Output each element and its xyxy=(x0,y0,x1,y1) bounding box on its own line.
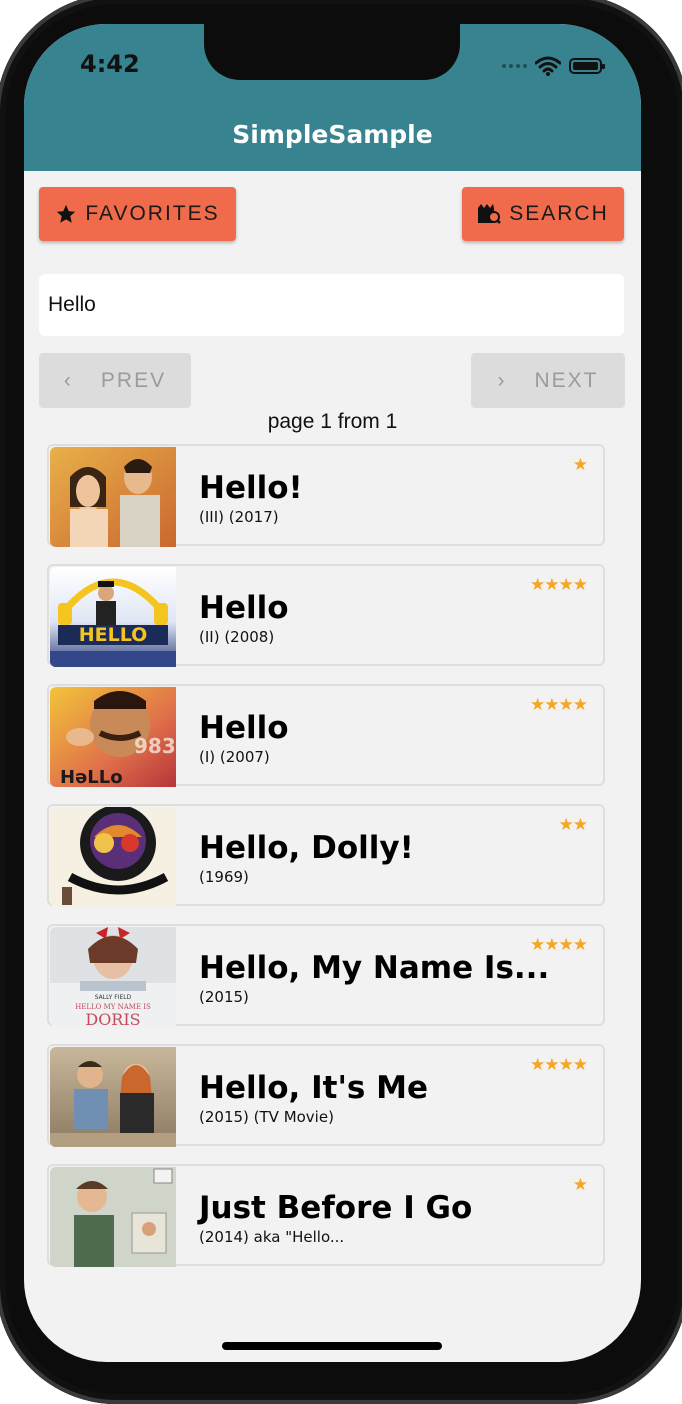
next-label: NEXT xyxy=(534,368,599,392)
chevron-right-icon: › xyxy=(497,368,507,392)
battery-icon xyxy=(569,58,605,74)
signal-icon xyxy=(502,64,527,68)
svg-text:983: 983 xyxy=(134,734,176,758)
movie-title: Just Before I Go xyxy=(199,1190,473,1226)
svg-text:SALLY FIELD: SALLY FIELD xyxy=(95,994,132,1001)
svg-text:HELLO: HELLO xyxy=(79,624,148,646)
movie-poster xyxy=(50,807,176,907)
movie-poster: 983 HəLLo xyxy=(50,687,176,787)
rating-stars-icon: ★★ xyxy=(558,815,589,834)
movie-description: (2015) xyxy=(199,988,249,1006)
prev-button[interactable]: ‹ PREV xyxy=(39,353,191,408)
movie-card[interactable]: Hello, Dolly! (1969) ★★ xyxy=(47,804,605,907)
movie-poster xyxy=(50,1047,176,1147)
movie-description: (II) (2008) xyxy=(199,628,275,646)
movie-card[interactable]: Hello, It's Me (2015) (TV Movie) ★★★★ xyxy=(47,1044,605,1147)
movie-poster: HELLO xyxy=(50,567,176,667)
movie-description: (I) (2007) xyxy=(199,748,270,766)
favorites-button[interactable]: FAVORITES xyxy=(39,187,236,241)
movie-card[interactable]: 983 HəLLo Hello (I) (2007) ★★★★ xyxy=(47,684,605,787)
search-input[interactable] xyxy=(39,274,624,336)
movie-poster xyxy=(50,1167,176,1267)
favorites-label: FAVORITES xyxy=(85,202,220,225)
svg-text:HəLLo: HəLLo xyxy=(60,767,123,787)
star-icon xyxy=(57,204,76,223)
movie-list: Hello! (III) (2017) ★ HELLO Hello (II) (… xyxy=(47,444,605,1284)
page-info: page 1 from 1 xyxy=(267,410,398,433)
search-label: SEARCH xyxy=(509,202,609,225)
movie-description: (2015) (TV Movie) xyxy=(199,1108,334,1126)
movie-card[interactable]: HELLO Hello (II) (2008) ★★★★ xyxy=(47,564,605,667)
movie-title: Hello, It's Me xyxy=(199,1070,429,1106)
prev-label: PREV xyxy=(100,368,167,392)
status-time: 4:42 xyxy=(80,50,140,78)
next-button[interactable]: › NEXT xyxy=(471,353,625,408)
app-screen: 4:42 SimpleSample FAVORITES SEARCH Hello… xyxy=(24,24,641,1362)
rating-stars-icon: ★★★★ xyxy=(530,575,588,594)
status-icons xyxy=(502,54,605,78)
movie-title: Hello xyxy=(199,590,289,626)
chevron-left-icon: ‹ xyxy=(63,368,73,392)
movie-title: Hello! xyxy=(199,470,303,506)
movie-description: (2014) aka "Hello... xyxy=(199,1228,345,1246)
movie-description: (1969) xyxy=(199,868,249,886)
film-search-icon xyxy=(478,204,502,224)
rating-stars-icon: ★ xyxy=(572,1175,588,1194)
search-button[interactable]: SEARCH xyxy=(462,187,624,241)
app-title: SimpleSample xyxy=(232,120,433,149)
rating-stars-icon: ★★★★ xyxy=(530,1055,588,1074)
svg-text:DORIS: DORIS xyxy=(85,1010,140,1027)
rating-stars-icon: ★ xyxy=(572,455,588,474)
home-indicator[interactable] xyxy=(222,1342,442,1350)
rating-stars-icon: ★★★★ xyxy=(530,695,588,714)
notch xyxy=(204,24,460,80)
movie-title: Hello, Dolly! xyxy=(199,830,414,866)
movie-poster: SALLY FIELD HELLO MY NAME IS DORIS xyxy=(50,927,176,1027)
movie-card[interactable]: SALLY FIELD HELLO MY NAME IS DORIS Hello… xyxy=(47,924,605,1027)
rating-stars-icon: ★★★★ xyxy=(530,935,588,954)
phone-frame: 4:42 SimpleSample FAVORITES SEARCH Hello… xyxy=(0,0,682,1404)
movie-card[interactable]: Just Before I Go (2014) aka "Hello... ★ xyxy=(47,1164,605,1267)
movie-card[interactable]: Hello! (III) (2017) ★ xyxy=(47,444,605,547)
movie-poster xyxy=(50,447,176,547)
movie-title: Hello, My Name Is... xyxy=(199,950,550,986)
movie-title: Hello xyxy=(199,710,289,746)
wifi-icon xyxy=(535,56,561,76)
movie-description: (III) (2017) xyxy=(199,508,279,526)
